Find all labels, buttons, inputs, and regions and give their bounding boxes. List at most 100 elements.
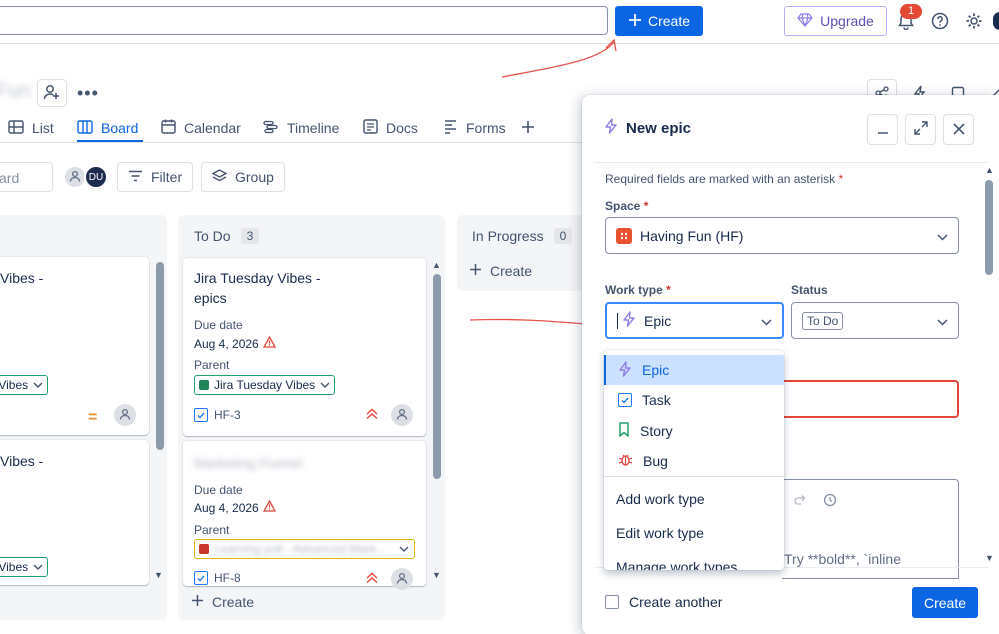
scroll-down-icon[interactable]: ▼ — [985, 553, 994, 563]
edit-work-type-option[interactable]: Edit work type — [616, 525, 704, 541]
column-count: 0 — [553, 228, 573, 244]
group-button[interactable]: Group — [201, 162, 285, 192]
chevron-down-icon — [761, 313, 772, 329]
tab-board[interactable]: Board — [77, 114, 138, 142]
option-task[interactable]: Task — [604, 385, 784, 415]
work-item-key[interactable]: HF-3 — [194, 408, 241, 422]
option-epic[interactable]: Epic — [604, 355, 784, 385]
tab-forms[interactable]: Forms — [443, 114, 506, 142]
task-icon — [194, 408, 208, 422]
filter-icon — [128, 169, 143, 185]
priority-highest-icon — [366, 572, 378, 587]
priority-medium-icon: = — [88, 409, 98, 426]
column-header-in-progress: In Progress 0 — [472, 228, 573, 244]
board-search-placeholder: ard — [0, 170, 20, 186]
avatar-du[interactable]: DU — [84, 165, 108, 189]
create-another-label: Create another — [629, 594, 723, 610]
work-type-select[interactable]: Epic — [605, 302, 784, 339]
work-item-key[interactable]: HF-8 — [194, 571, 241, 585]
add-work-type-option[interactable]: Add work type — [616, 491, 705, 507]
epic-color-swatch — [199, 544, 209, 554]
assignee-avatar[interactable] — [114, 404, 136, 426]
user-icon — [396, 571, 408, 587]
space-label-text: Space — [605, 199, 641, 213]
tab-calendar[interactable]: Calendar — [161, 114, 241, 142]
create-another-checkbox[interactable]: Create another — [605, 594, 722, 610]
assignee-avatar[interactable] — [391, 568, 413, 590]
timeline-icon — [263, 120, 279, 137]
work-type-field-label: Work type * — [605, 283, 671, 297]
parent-lozenge[interactable]: Jira Tuesday Vibes — [194, 375, 336, 395]
required-asterisk: * — [662, 283, 671, 297]
board-search-input[interactable]: ard — [0, 162, 53, 192]
tab-board-label: Board — [101, 120, 139, 136]
status-select[interactable]: To Do — [791, 302, 959, 339]
parent-lozenge[interactable]: y Vibes — [0, 557, 49, 577]
option-bug[interactable]: Bug — [604, 446, 784, 476]
key-label: HF-3 — [214, 408, 241, 422]
submit-create-button[interactable]: Create — [912, 587, 978, 618]
history-icon[interactable] — [823, 493, 837, 510]
minimize-button[interactable] — [867, 114, 898, 145]
scroll-up-icon[interactable]: ▲ — [985, 165, 994, 175]
tab-list[interactable]: List — [8, 114, 54, 142]
option-label: Epic — [642, 362, 670, 378]
card[interactable]: Jira Tuesday Vibes - epics Due date Aug … — [183, 258, 426, 436]
create-in-column-button[interactable]: Create — [191, 594, 254, 610]
expand-arrows-icon — [913, 121, 928, 138]
text-cursor — [617, 312, 618, 329]
scroll-up-icon[interactable]: ▲ — [432, 260, 441, 270]
add-person-icon — [43, 84, 61, 103]
expand-button[interactable] — [905, 114, 936, 145]
chevron-down-icon — [399, 542, 409, 556]
card-title: Vibes - — [0, 270, 44, 286]
card[interactable]: Vibes - y Vibes = — [0, 257, 149, 435]
more-actions-icon[interactable]: ••• — [77, 83, 99, 104]
bookmark-icon — [618, 422, 630, 440]
space-select[interactable]: Having Fun (HF) — [605, 217, 959, 254]
card[interactable]: Marketing Funnel Due date Aug 4, 2026 Pa… — [183, 441, 426, 590]
required-asterisk: * — [838, 172, 844, 186]
minimize-icon — [877, 122, 889, 138]
create-in-column-button[interactable]: Create — [469, 263, 532, 279]
task-icon — [618, 393, 632, 407]
dialog-scrollbar[interactable] — [985, 180, 993, 275]
redo-icon[interactable] — [793, 493, 807, 509]
manage-work-types-option[interactable]: Manage work types — [616, 559, 737, 570]
parent-value-blurred: Learning poll - Advanced Mark... — [214, 542, 387, 556]
user-icon — [69, 169, 81, 185]
work-type-label-text: Work type — [605, 283, 663, 297]
filter-label: Filter — [151, 169, 183, 185]
assignee-avatar[interactable] — [391, 404, 413, 426]
parent-lozenge[interactable]: y Vibes — [0, 375, 49, 395]
add-view-button[interactable] — [521, 114, 535, 142]
scroll-down-icon[interactable]: ▼ — [154, 570, 163, 580]
epic-icon — [622, 311, 636, 330]
key-label: HF-8 — [214, 571, 241, 585]
card-title: Jira Tuesday Vibes - epics — [194, 270, 321, 306]
close-icon — [952, 122, 965, 138]
close-button[interactable] — [943, 114, 974, 145]
tab-timeline[interactable]: Timeline — [263, 114, 339, 142]
filter-button[interactable]: Filter — [117, 162, 194, 192]
option-story[interactable]: Story — [604, 416, 784, 446]
option-label: Bug — [643, 453, 668, 469]
scroll-down-icon[interactable]: ▼ — [432, 570, 441, 580]
chevron-down-icon — [937, 228, 948, 244]
option-label: Task — [642, 392, 671, 408]
chevron-down-icon — [320, 378, 330, 392]
summary-input-error[interactable] — [782, 380, 959, 418]
checkbox[interactable] — [605, 595, 619, 609]
parent-lozenge[interactable]: Learning poll - Advanced Mark... — [194, 539, 415, 559]
add-people-button[interactable] — [37, 79, 67, 107]
tab-docs[interactable]: Docs — [363, 114, 418, 142]
due-date-value: Aug 4, 2026 — [194, 500, 259, 515]
task-icon — [194, 571, 208, 585]
required-asterisk: * — [640, 199, 649, 213]
card[interactable]: Vibes - y Vibes — [0, 440, 149, 585]
parent-label: y Vibes — [0, 378, 29, 392]
column-scrollbar[interactable] — [156, 262, 164, 450]
card-title-blurred: Marketing Funnel — [194, 455, 303, 471]
column-scrollbar[interactable] — [433, 274, 441, 479]
column-title: To Do — [194, 228, 231, 244]
